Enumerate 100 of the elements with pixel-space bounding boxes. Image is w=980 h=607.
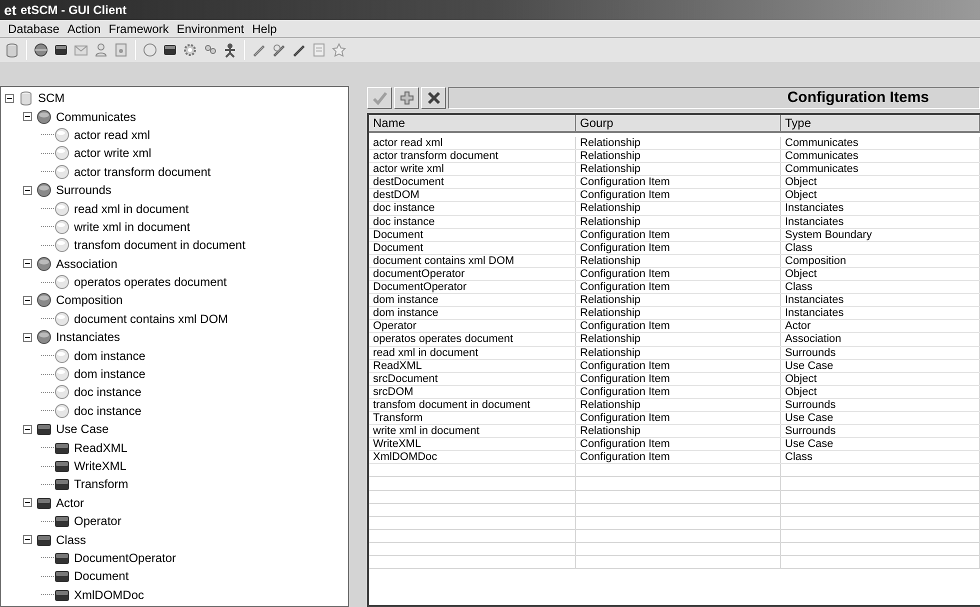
table-cell: Configuration Item [576,268,781,280]
tree-item[interactable]: Association [56,254,118,273]
tree-item[interactable]: Actor [56,494,84,512]
collapse-toggle[interactable] [23,535,32,544]
tree-item[interactable]: Class [56,530,86,549]
tree-item[interactable]: dom instance [74,365,146,384]
table-cell: documentOperator [369,268,576,280]
tree-item[interactable]: actor write xml [74,144,152,162]
tree-item[interactable]: Document [74,567,129,586]
menu-item[interactable]: Help [248,20,281,38]
pencil-icon[interactable] [271,42,287,58]
table-cell: Object [781,176,980,188]
tree-item[interactable]: Operator [74,512,122,530]
table-cell: DocumentOperator [369,281,576,294]
plus-icon [398,90,414,106]
column-header[interactable]: Gourp [576,115,781,131]
menu-item[interactable]: Environment [172,20,248,38]
tree-item[interactable]: doc instance [74,383,142,402]
sphere-icon [36,182,52,198]
table-cell: Configuration Item [576,281,781,294]
table-cell: dom instance [369,307,576,320]
tree-item[interactable]: Transform [74,475,128,494]
block-icon [54,513,70,530]
collapse-toggle[interactable] [23,296,32,305]
table-cell: Surrounds [781,425,980,438]
table-cell: Instanciates [781,216,980,228]
gear-icon[interactable] [182,42,198,58]
collapse-toggle[interactable] [23,259,32,268]
table-cell: System Boundary [781,228,980,241]
table-cell: Document [369,228,576,241]
collapse-toggle[interactable] [23,424,32,434]
menu-item[interactable]: Action [63,20,105,38]
tree-item[interactable]: doc instance [74,402,142,420]
tree-item[interactable]: Composition [56,291,123,310]
table-cell: Relationship [576,150,781,162]
tree-item[interactable]: XmlDOMDoc [74,586,144,604]
table-cell: srcDOM [369,386,576,398]
tree-item[interactable]: operatos operates document [74,273,227,292]
table-cell: Instanciates [781,307,980,320]
person-icon[interactable] [93,42,109,58]
star-icon[interactable] [331,42,347,58]
cylinder-icon[interactable] [4,42,20,58]
document-icon[interactable] [113,42,129,58]
tree-item[interactable]: SCM [38,89,65,108]
tree-item[interactable]: Communicates [56,108,136,126]
block-icon [36,421,52,438]
collapse-toggle[interactable] [5,94,14,103]
block-icon[interactable] [162,42,178,58]
figure-icon[interactable] [222,42,238,58]
tree-item[interactable]: Use Case [56,420,109,438]
collapse-toggle[interactable] [23,186,32,195]
table-cell: Relationship [576,333,781,346]
tree-item[interactable]: read xml in document [74,200,189,218]
table-cell: Communicates [781,163,980,176]
tree-item[interactable]: document contains xml DOM [74,310,228,328]
confirm-button[interactable] [367,87,392,109]
tree-item[interactable]: actor transform document [74,162,211,181]
collapse-toggle[interactable] [23,498,32,508]
tree-item[interactable]: ReadXML [74,438,128,457]
table-cell: Object [781,372,980,385]
table-cell: Configuration Item [576,372,781,385]
column-header[interactable]: Name [369,115,576,131]
table-cell: Operator [369,320,576,332]
tree-item[interactable]: DocumentOperator [74,548,176,567]
table-cell: Class [781,451,980,464]
table-cell: Instanciates [781,202,980,215]
sphere-icon[interactable] [33,42,49,58]
table-cell: Configuration Item [576,176,781,188]
table-cell: Configuration Item [576,438,781,450]
tree-item[interactable]: WriteXML [74,457,126,475]
tree-item[interactable]: write xml in document [74,218,190,236]
tree-item[interactable]: Surrounds [56,181,112,200]
table-cell: destDOM [369,189,576,202]
column-header[interactable]: Type [781,115,980,131]
menu-item[interactable]: Framework [104,20,173,38]
table-cell: Configuration Item [576,242,781,254]
tree-item[interactable]: dom instance [74,346,146,365]
delete-button[interactable] [421,87,446,109]
collapse-toggle[interactable] [23,112,32,122]
table-cell: Composition [781,254,980,267]
tree-item[interactable]: transfom document in document [74,236,246,254]
table-cell: Surrounds [781,398,980,411]
table-cell: Relationship [576,425,781,438]
table-cell: Instanciates [781,294,980,306]
table-cell: Use Case [781,412,980,424]
table-cell: Class [781,281,980,294]
tree-item[interactable]: Instanciates [56,328,120,346]
table-cell: Class [781,242,980,254]
table-cell: actor write xml [369,163,576,176]
tree-item[interactable]: actor read xml [74,126,150,144]
collapse-toggle[interactable] [23,332,32,342]
add-button[interactable] [394,87,419,109]
table-cell: Relationship [576,163,781,176]
block-icon[interactable] [53,42,69,58]
cross-icon [426,90,442,106]
table-cell: Relationship [576,398,781,411]
table-cell: Relationship [576,216,781,228]
table-cell: Configuration Item [576,228,781,241]
table-cell: Use Case [781,360,980,372]
menu-item[interactable]: Database [4,20,64,38]
